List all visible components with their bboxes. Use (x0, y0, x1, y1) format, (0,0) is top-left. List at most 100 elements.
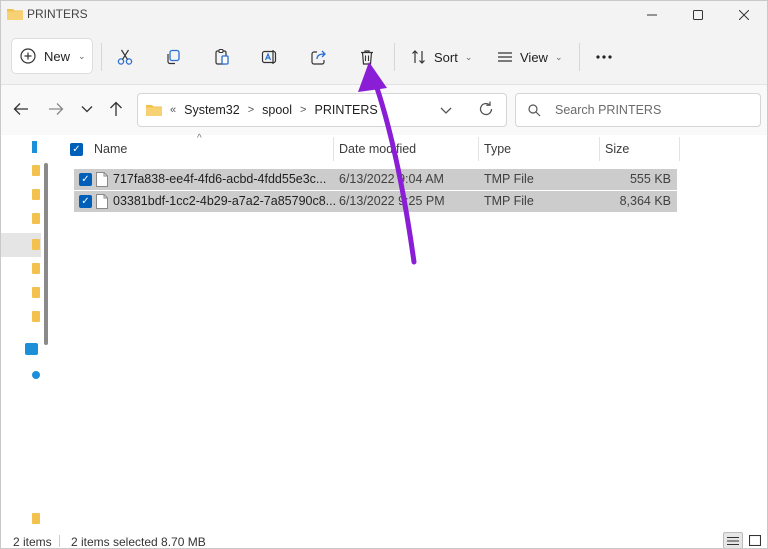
network-icon[interactable] (32, 371, 40, 379)
toolbar-divider (101, 43, 102, 71)
file-icon (96, 194, 108, 209)
row-checkbox[interactable]: ✓ (79, 195, 92, 208)
delete-button[interactable] (352, 42, 382, 72)
more-icon (596, 55, 612, 59)
file-name: 03381bdf-1cc2-4b29-a7a2-7a85790c8... (113, 194, 337, 208)
file-date: 6/13/2022 9:25 PM (339, 194, 445, 208)
select-all-checkbox[interactable]: ✓ (70, 143, 83, 156)
folder-icon[interactable] (32, 311, 40, 322)
title-bar: PRINTERS (1, 1, 767, 29)
address-bar[interactable]: « System32 > spool > PRINTERS (137, 93, 507, 127)
column-header-type[interactable]: Type (484, 135, 594, 163)
paste-button[interactable] (207, 42, 237, 72)
search-box[interactable] (515, 93, 761, 127)
folder-icon[interactable] (32, 263, 40, 274)
file-list: ✓ ^ Name Date modified Type Size ✓ 717fa… (57, 133, 767, 527)
column-divider[interactable] (333, 137, 334, 161)
plus-circle-icon (20, 48, 36, 64)
details-view-icon (727, 536, 739, 545)
folder-icon[interactable] (32, 165, 40, 176)
sort-button[interactable]: Sort ⌄ (411, 42, 472, 72)
column-header-date[interactable]: Date modified (339, 135, 477, 163)
search-input[interactable] (555, 103, 745, 117)
column-header-size[interactable]: Size (605, 135, 675, 163)
chevron-down-icon: ⌄ (554, 51, 563, 62)
large-icons-view-button[interactable] (745, 532, 765, 548)
delete-icon (361, 50, 373, 65)
refresh-icon[interactable] (478, 100, 494, 118)
chevron-down-icon: ⌄ (464, 51, 473, 62)
maximize-button[interactable] (675, 1, 721, 29)
arrow-right-icon (49, 103, 64, 115)
file-row[interactable]: ✓ 717fa838-ee4f-4fd6-acbd-4fdd55e3c... 6… (74, 169, 677, 190)
copy-button[interactable] (158, 42, 188, 72)
minimize-icon (647, 14, 657, 16)
share-button[interactable] (304, 42, 334, 72)
share-icon (311, 50, 326, 65)
navigation-pane (1, 135, 49, 527)
sort-icon (412, 50, 425, 64)
folder-icon[interactable] (32, 189, 40, 200)
toolbar-divider (394, 43, 395, 71)
minimize-button[interactable] (629, 1, 675, 29)
nav-scrollbar[interactable] (44, 163, 48, 345)
maximize-icon (693, 10, 703, 20)
cut-icon (117, 49, 133, 65)
file-size: 555 KB (629, 172, 671, 186)
file-row[interactable]: ✓ 03381bdf-1cc2-4b29-a7a2-7a85790c8... 6… (74, 191, 677, 212)
breadcrumb-separator[interactable]: > (248, 104, 254, 116)
column-divider[interactable] (478, 137, 479, 161)
rename-button[interactable] (255, 42, 285, 72)
view-label: View (520, 49, 548, 65)
column-name-label: Name (94, 142, 128, 156)
new-button[interactable]: New ⌄ (11, 38, 93, 74)
sort-label: Sort (434, 49, 458, 65)
column-header-name[interactable]: Name (94, 135, 331, 163)
file-date: 6/13/2022 9:04 AM (339, 172, 444, 186)
more-options-button[interactable] (589, 42, 619, 72)
folder-icon (146, 105, 162, 116)
selection-info: 2 items selected 8.70 MB (71, 535, 206, 549)
copy-icon (167, 49, 180, 65)
column-divider[interactable] (599, 137, 600, 161)
forward-button[interactable] (44, 97, 68, 121)
status-bar: 2 items 2 items selected 8.70 MB (1, 531, 767, 549)
details-view-button[interactable] (723, 532, 743, 548)
chevron-down-icon[interactable] (440, 102, 452, 118)
view-lines-icon (498, 52, 512, 62)
breadcrumb-spool[interactable]: spool (262, 103, 292, 117)
view-button[interactable]: View ⌄ (497, 42, 563, 72)
breadcrumb-overflow[interactable]: « (170, 104, 176, 116)
breadcrumb-separator[interactable]: > (300, 104, 306, 116)
back-button[interactable] (9, 97, 33, 121)
folder-icon[interactable] (32, 287, 40, 298)
breadcrumb-system32[interactable]: System32 (184, 103, 240, 117)
cut-button[interactable] (110, 42, 140, 72)
column-divider[interactable] (679, 137, 680, 161)
folder-icon (7, 9, 23, 20)
breadcrumb-printers[interactable]: PRINTERS (314, 103, 377, 117)
this-pc-icon[interactable] (25, 343, 38, 355)
folder-icon[interactable] (32, 513, 40, 524)
row-checkbox[interactable]: ✓ (79, 173, 92, 186)
chevron-down-icon: ⌄ (78, 50, 86, 61)
file-size: 8,364 KB (619, 194, 671, 208)
column-date-label: Date modified (339, 142, 417, 156)
new-button-label: New (44, 48, 71, 64)
file-type: TMP File (484, 194, 534, 208)
window-title: PRINTERS (27, 7, 88, 21)
rename-icon (261, 50, 277, 64)
folder-icon[interactable] (32, 239, 40, 250)
navigation-row: « System32 > spool > PRINTERS (1, 85, 767, 135)
close-icon (739, 10, 749, 20)
folder-icon[interactable] (32, 213, 40, 224)
file-name: 717fa838-ee4f-4fd6-acbd-4fdd55e3c... (113, 172, 327, 186)
up-button[interactable] (104, 97, 128, 121)
arrow-left-icon (13, 103, 28, 115)
quick-access-icon[interactable] (32, 141, 37, 153)
recent-locations-button[interactable] (75, 97, 99, 121)
close-button[interactable] (721, 1, 767, 29)
status-divider (59, 535, 60, 547)
file-type: TMP File (484, 172, 534, 186)
paste-icon (215, 48, 229, 65)
